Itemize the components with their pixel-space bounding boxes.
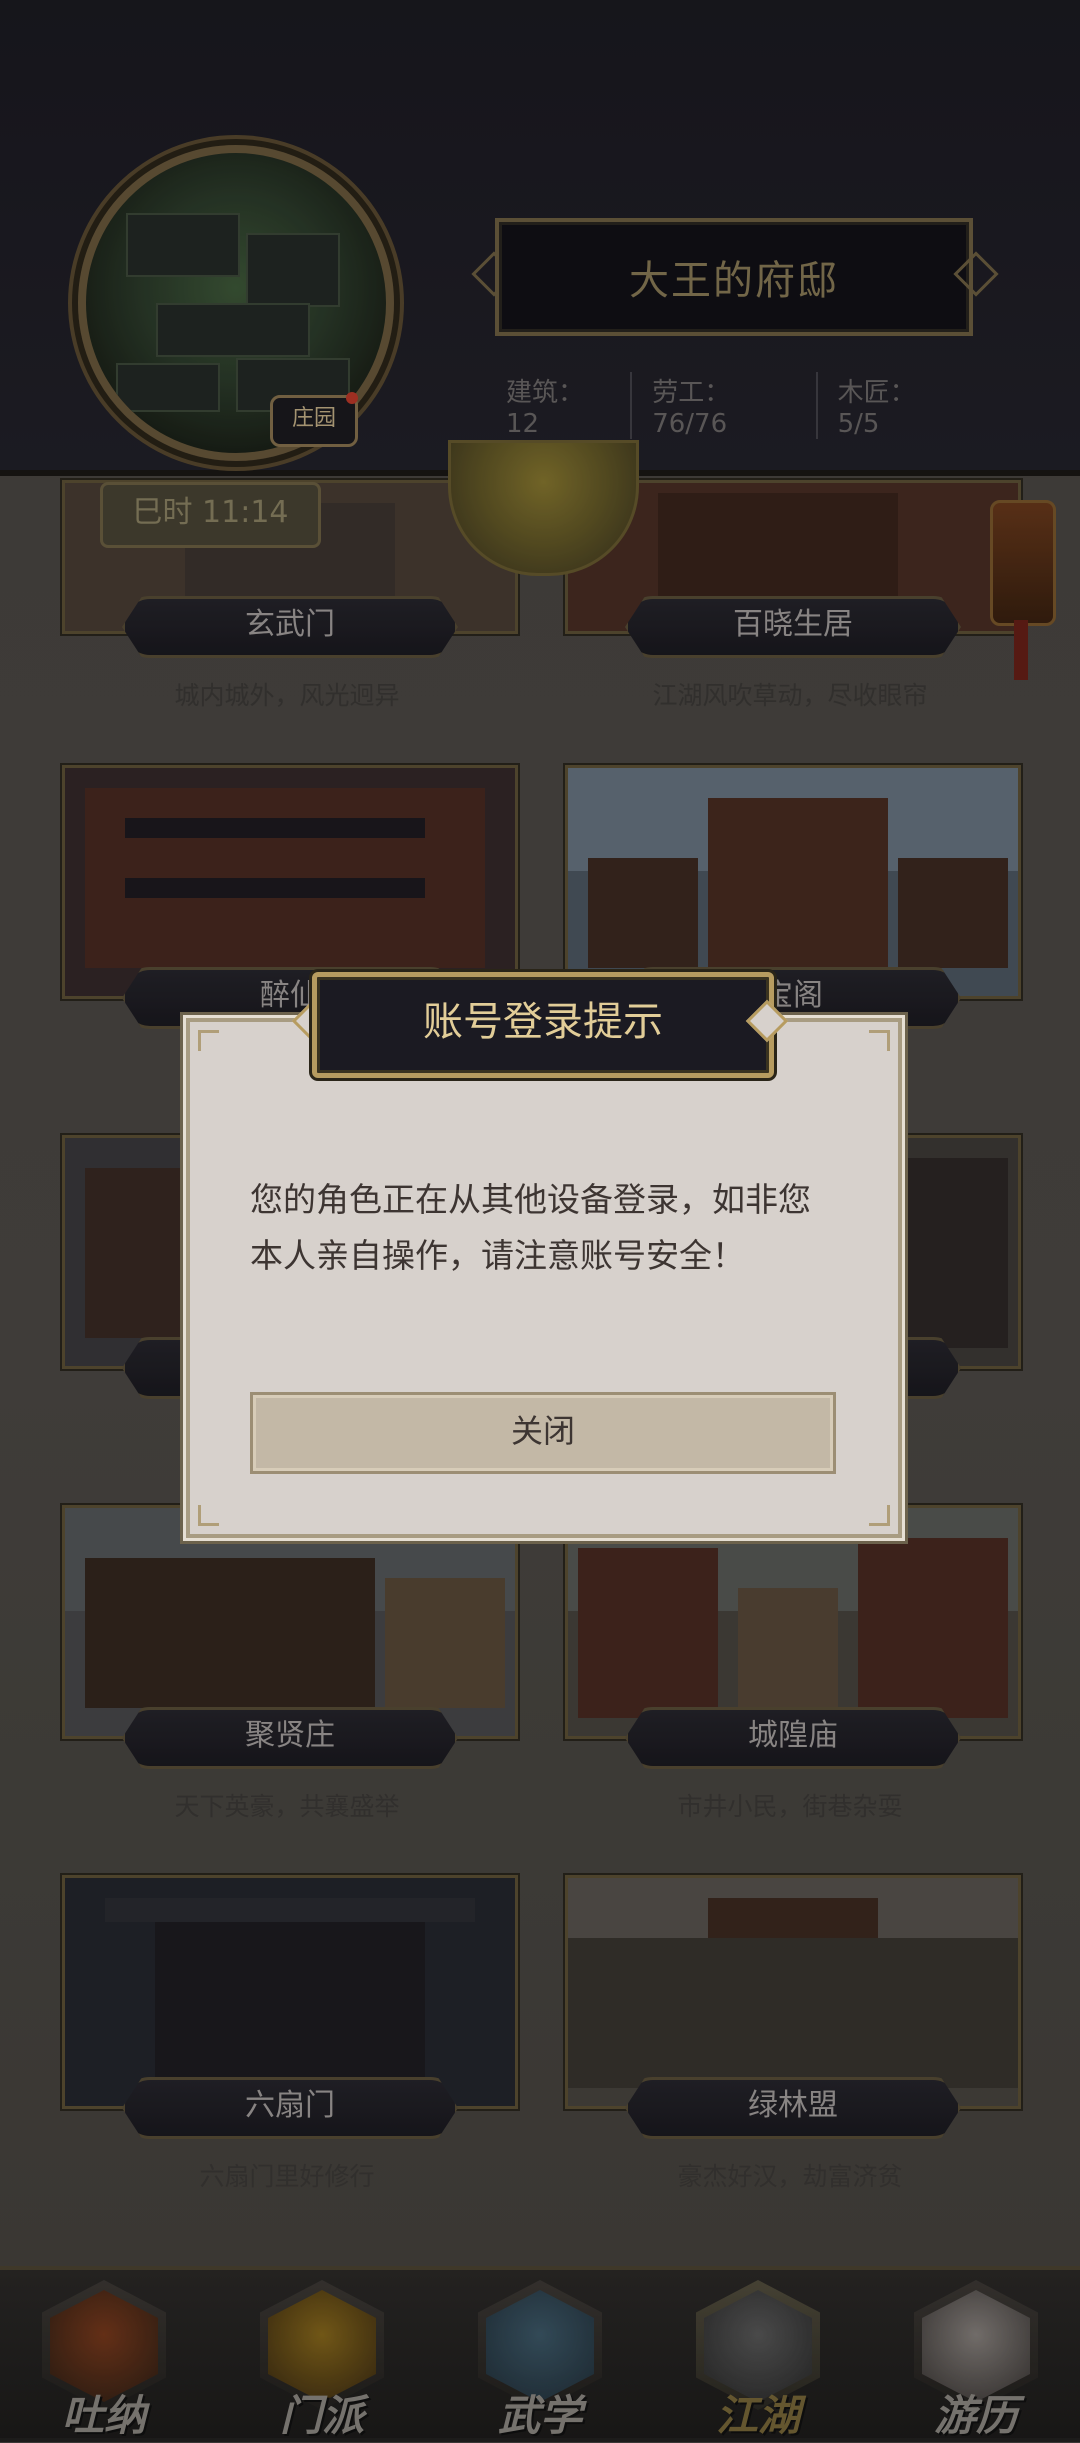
login-alert-dialog: 您的角色正在从其他设备登录，如非您本人亲自操作，请注意账号安全！ 关闭 — [186, 1018, 902, 1538]
corner-ornament — [869, 1505, 890, 1526]
corner-ornament — [198, 1030, 219, 1051]
modal-message: 您的角色正在从其他设备登录，如非您本人亲自操作，请注意账号安全！ — [250, 1180, 811, 1275]
corner-ornament — [198, 1505, 219, 1526]
modal-title: 账号登录提示 — [312, 972, 774, 1078]
corner-ornament — [869, 1030, 890, 1051]
close-button[interactable]: 关闭 — [250, 1392, 836, 1474]
